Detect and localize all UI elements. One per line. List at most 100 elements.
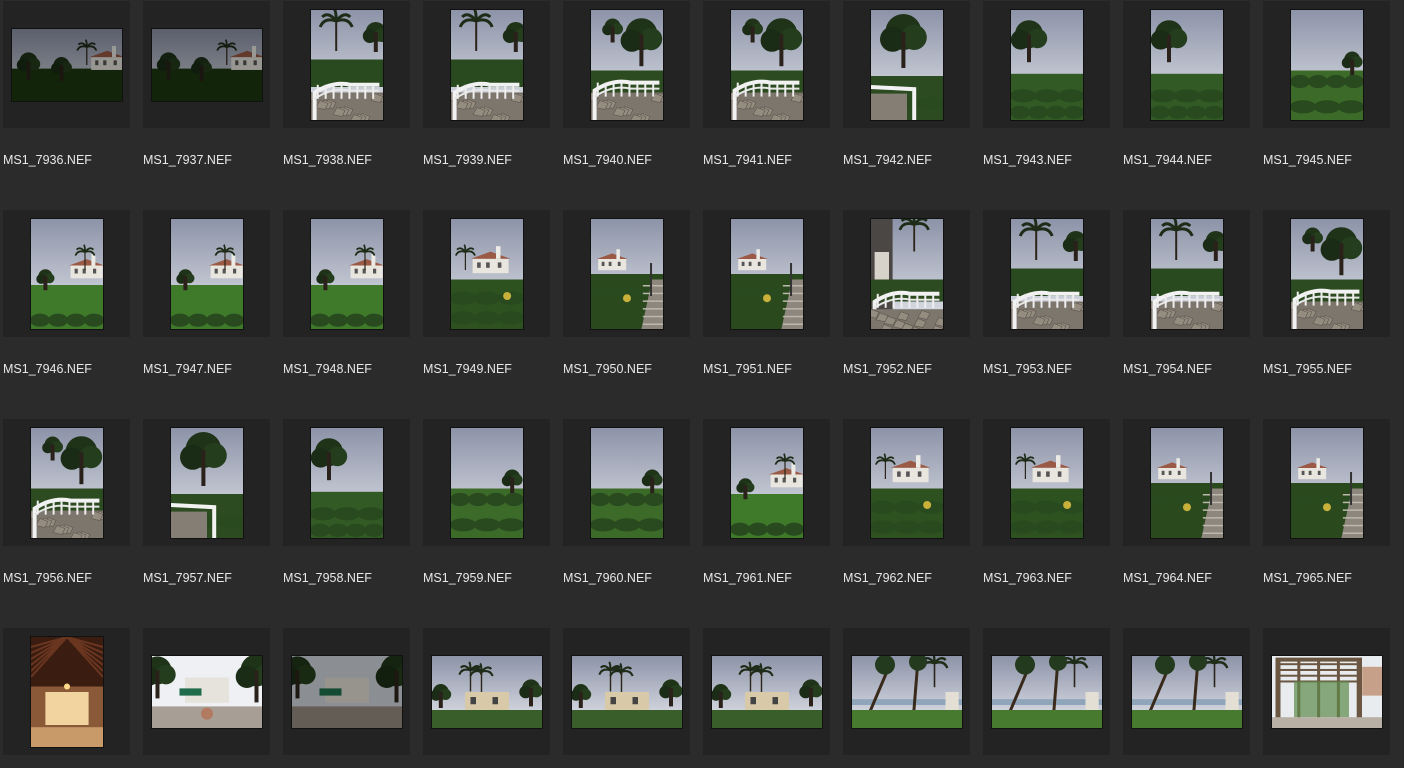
thumbnail-image — [11, 28, 122, 101]
thumbnail-cell[interactable] — [843, 1, 970, 128]
thumbnail-cell[interactable] — [703, 1, 830, 128]
thumbnail-cell[interactable] — [143, 419, 270, 546]
thumbnail-filename[interactable]: MS1_7958.NEF — [283, 571, 372, 585]
thumbnail-filename[interactable]: MS1_7962.NEF — [843, 571, 932, 585]
thumbnail-image — [730, 427, 803, 538]
thumbnail-grid: MS1_7936.NEF MS1_7937.NEF MS1_7938.NEF MS1_… — [0, 0, 1404, 768]
thumbnail-filename[interactable]: MS1_7946.NEF — [3, 362, 92, 376]
thumbnail-image — [991, 655, 1102, 728]
thumbnail-image — [30, 636, 103, 747]
thumbnail-cell[interactable] — [983, 210, 1110, 337]
thumbnail-image — [170, 218, 243, 329]
thumbnail-filename[interactable]: MS1_7964.NEF — [1123, 571, 1212, 585]
thumbnail-cell[interactable] — [283, 419, 410, 546]
thumbnail-cell[interactable] — [983, 419, 1110, 546]
thumbnail-filename[interactable]: MS1_7939.NEF — [423, 153, 512, 167]
thumbnail-cell[interactable] — [703, 628, 830, 755]
thumbnail-cell[interactable] — [1263, 1, 1390, 128]
thumbnail-cell[interactable] — [563, 628, 690, 755]
thumbnail-filename[interactable]: MS1_7952.NEF — [843, 362, 932, 376]
thumbnail-filename[interactable]: MS1_7938.NEF — [283, 153, 372, 167]
thumbnail-cell[interactable] — [3, 210, 130, 337]
thumbnail-cell[interactable] — [423, 628, 550, 755]
thumbnail-cell[interactable] — [1123, 210, 1250, 337]
thumbnail-filename[interactable]: MS1_7947.NEF — [143, 362, 232, 376]
thumbnail-cell[interactable] — [983, 628, 1110, 755]
thumbnail-filename[interactable]: MS1_7957.NEF — [143, 571, 232, 585]
thumbnail-filename[interactable]: MS1_7963.NEF — [983, 571, 1072, 585]
thumbnail-cell[interactable] — [143, 628, 270, 755]
thumbnail-cell[interactable] — [703, 419, 830, 546]
thumbnail-cell[interactable] — [843, 628, 970, 755]
thumbnail-filename[interactable]: MS1_7943.NEF — [983, 153, 1072, 167]
thumbnail-filename[interactable]: MS1_7942.NEF — [843, 153, 932, 167]
thumbnail-cell[interactable] — [423, 1, 550, 128]
thumbnail-image — [151, 28, 262, 101]
thumbnail-cell[interactable] — [3, 1, 130, 128]
thumbnail-image — [1290, 9, 1363, 120]
thumbnail-filename[interactable]: MS1_7941.NEF — [703, 153, 792, 167]
thumbnail-filename[interactable]: MS1_7960.NEF — [563, 571, 652, 585]
thumbnail-filename[interactable]: MS1_7944.NEF — [1123, 153, 1212, 167]
thumbnail-cell[interactable] — [3, 628, 130, 755]
thumbnail-image — [1150, 218, 1223, 329]
thumbnail-filename[interactable]: MS1_7953.NEF — [983, 362, 1072, 376]
thumbnail-image — [431, 655, 542, 728]
thumbnail-filename[interactable]: MS1_7950.NEF — [563, 362, 652, 376]
thumbnail-cell[interactable] — [1123, 419, 1250, 546]
thumbnail-cell[interactable] — [283, 628, 410, 755]
thumbnail-filename[interactable]: MS1_7951.NEF — [703, 362, 792, 376]
thumbnail-cell[interactable] — [563, 210, 690, 337]
thumbnail-cell[interactable] — [703, 210, 830, 337]
thumbnail-filename[interactable]: MS1_7954.NEF — [1123, 362, 1212, 376]
thumbnail-image — [151, 655, 262, 728]
thumbnail-filename[interactable]: MS1_7961.NEF — [703, 571, 792, 585]
thumbnail-cell[interactable] — [843, 210, 970, 337]
thumbnail-image — [1010, 427, 1083, 538]
thumbnail-cell[interactable] — [143, 210, 270, 337]
thumbnail-filename[interactable]: MS1_7956.NEF — [3, 571, 92, 585]
thumbnail-filename[interactable]: MS1_7965.NEF — [1263, 571, 1352, 585]
thumbnail-image — [590, 9, 663, 120]
thumbnail-image — [30, 427, 103, 538]
thumbnail-filename[interactable]: MS1_7937.NEF — [143, 153, 232, 167]
thumbnail-image — [30, 218, 103, 329]
thumbnail-image — [291, 655, 402, 728]
thumbnail-cell[interactable] — [1263, 419, 1390, 546]
thumbnail-cell[interactable] — [283, 210, 410, 337]
thumbnail-filename[interactable]: MS1_7940.NEF — [563, 153, 652, 167]
thumbnail-cell[interactable] — [143, 1, 270, 128]
thumbnail-image — [711, 655, 822, 728]
thumbnail-image — [590, 427, 663, 538]
thumbnail-cell[interactable] — [1123, 628, 1250, 755]
thumbnail-image — [1010, 218, 1083, 329]
thumbnail-image — [730, 9, 803, 120]
thumbnail-cell[interactable] — [843, 419, 970, 546]
thumbnail-filename[interactable]: MS1_7949.NEF — [423, 362, 512, 376]
thumbnail-cell[interactable] — [1123, 1, 1250, 128]
thumbnail-cell[interactable] — [1263, 628, 1390, 755]
thumbnail-image — [310, 427, 383, 538]
thumbnail-image — [450, 427, 523, 538]
thumbnail-image — [870, 427, 943, 538]
thumbnail-filename[interactable]: MS1_7955.NEF — [1263, 362, 1352, 376]
thumbnail-cell[interactable] — [423, 210, 550, 337]
thumbnail-filename[interactable]: MS1_7945.NEF — [1263, 153, 1352, 167]
thumbnail-filename[interactable]: MS1_7959.NEF — [423, 571, 512, 585]
thumbnail-image — [870, 9, 943, 120]
thumbnail-image — [851, 655, 962, 728]
thumbnail-image — [730, 218, 803, 329]
thumbnail-cell[interactable] — [563, 1, 690, 128]
thumbnail-cell[interactable] — [983, 1, 1110, 128]
thumbnail-image — [170, 427, 243, 538]
thumbnail-cell[interactable] — [563, 419, 690, 546]
thumbnail-filename[interactable]: MS1_7936.NEF — [3, 153, 92, 167]
thumbnail-cell[interactable] — [1263, 210, 1390, 337]
thumbnail-cell[interactable] — [283, 1, 410, 128]
thumbnail-cell[interactable] — [423, 419, 550, 546]
thumbnail-image — [1290, 427, 1363, 538]
thumbnail-image — [310, 218, 383, 329]
thumbnail-filename[interactable]: MS1_7948.NEF — [283, 362, 372, 376]
thumbnail-cell[interactable] — [3, 419, 130, 546]
thumbnail-image — [590, 218, 663, 329]
